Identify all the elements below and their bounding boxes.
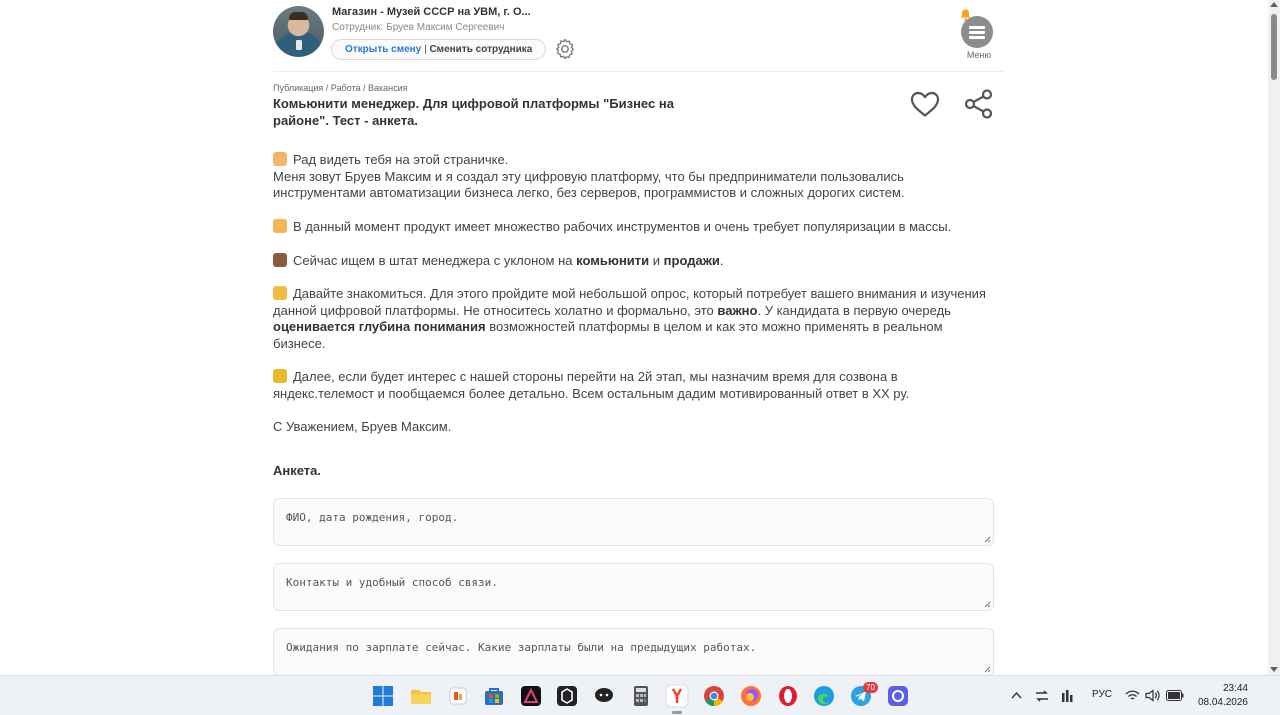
share-icon[interactable] <box>962 88 996 120</box>
product-text: В данный момент продукт имеет множество … <box>293 219 952 234</box>
clock-time: 23:44 <box>1222 683 1248 694</box>
shop-header: Магазин - Музей СССР на УВМ, г. О... Сот… <box>273 4 1005 72</box>
resize-handle-icon[interactable] <box>984 601 991 608</box>
app-delta-icon[interactable] <box>519 684 543 708</box>
microsoft-store-icon[interactable] <box>482 684 506 708</box>
next-step-text: Далее, если будет интерес с нашей сторон… <box>273 369 910 401</box>
product-paragraph: В данный момент продукт имеет множество … <box>273 219 995 236</box>
clock-date: 08.04.2026 <box>1197 697 1248 708</box>
employee-name: Сотрудник: Бруев Максим Сергеевич <box>332 22 505 33</box>
pointing-hand-icon <box>273 219 287 233</box>
calculator-icon[interactable] <box>629 684 653 708</box>
hiring-and: и <box>649 253 664 268</box>
change-employee-link[interactable]: Сменить сотрудника <box>429 44 532 55</box>
acquaintance-paragraph: Давайте знакомиться. Для этого пройдите … <box>273 286 995 353</box>
app-box-icon[interactable] <box>555 684 579 708</box>
wifi-icon[interactable] <box>1125 689 1140 702</box>
scroll-down-arrow-icon[interactable] <box>1270 667 1278 672</box>
salary-expectations-field[interactable] <box>274 629 993 675</box>
intro-paragraph: Рад видеть тебя на этой страничке. Меня … <box>273 152 995 202</box>
scroll-up-arrow-icon[interactable] <box>1270 2 1278 7</box>
app-chat-icon[interactable] <box>592 684 616 708</box>
acquaintance-text-2: . У кандидата в первую очередь <box>757 302 951 318</box>
app-orange-icon[interactable] <box>446 684 470 708</box>
form-heading: Анкета. <box>273 463 322 478</box>
language-indicator[interactable]: РУС <box>1092 689 1112 700</box>
briefcase-icon <box>273 253 287 267</box>
breadcrumb: Публикация / Работа / Вакансия <box>273 83 408 93</box>
edge-icon[interactable] <box>812 684 836 708</box>
avatar[interactable] <box>273 6 324 57</box>
hiring-period: . <box>719 253 724 268</box>
salary-field-box <box>273 628 994 675</box>
active-app-indicator <box>672 711 682 714</box>
file-explorer-icon[interactable] <box>409 684 433 708</box>
separator: | <box>424 44 427 55</box>
scroll-thumb[interactable] <box>1271 14 1277 80</box>
menu-label: Меню <box>966 50 992 60</box>
hiring-paragraph: Сейчас ищем в штат менеджера с уклоном н… <box>273 253 995 270</box>
app-square-icon[interactable] <box>886 684 910 708</box>
shift-controls: Открыть смену | Сменить сотрудника <box>331 39 547 60</box>
name-dob-city-field[interactable] <box>274 499 993 545</box>
system-clock[interactable]: 23:44 08.04.2026 <box>1192 682 1248 710</box>
web-page: Магазин - Музей СССР на УВМ, г. О... Сот… <box>0 0 1268 675</box>
telegram-badge: 70 <box>863 682 878 693</box>
firefox-icon[interactable] <box>739 684 763 708</box>
page-title: Комьюнити менеджер. Для цифровой платфор… <box>273 96 674 128</box>
gear-icon[interactable] <box>553 37 577 61</box>
hiring-text: Сейчас ищем в штат менеджера с уклоном н… <box>293 253 577 268</box>
open-shift-link[interactable]: Открыть смену <box>345 44 421 55</box>
next-step-paragraph: Далее, если будет интерес с нашей сторон… <box>273 369 995 402</box>
menu-button[interactable]: Меню <box>959 8 999 60</box>
community-bold: комьюнити <box>576 253 650 268</box>
shop-name[interactable]: Магазин - Музей СССР на УВМ, г. О... <box>332 6 531 18</box>
battery-icon[interactable] <box>1166 690 1184 701</box>
chevron-up-icon[interactable] <box>1011 691 1022 700</box>
page-scrollbar[interactable] <box>1268 0 1280 675</box>
bell-icon <box>960 9 971 21</box>
handshake-icon <box>273 286 287 300</box>
depth-bold: оценивается глубина понимания <box>273 319 486 335</box>
sales-bold: продажи <box>663 253 720 268</box>
yandex-browser-icon[interactable] <box>665 684 689 708</box>
contacts-field-box <box>273 563 994 611</box>
medal-icon <box>273 369 287 383</box>
greeting-text: Рад видеть тебя на этой страничке. <box>293 152 509 167</box>
chrome-icon[interactable] <box>702 684 726 708</box>
windows-start-icon[interactable] <box>371 684 395 708</box>
name-field-box <box>273 498 994 546</box>
heart-icon[interactable] <box>908 88 942 120</box>
signature: С Уважением, Бруев Максим. <box>273 419 452 434</box>
intro-text: Меня зовут Бруев Максим и я создал эту ц… <box>273 168 905 201</box>
opera-icon[interactable] <box>776 684 800 708</box>
contacts-field[interactable] <box>274 564 993 610</box>
network-switch-icon[interactable] <box>1035 689 1049 703</box>
resize-handle-icon[interactable] <box>984 666 991 673</box>
important-bold: важно <box>717 302 758 318</box>
volume-icon[interactable] <box>1145 689 1160 702</box>
equalizer-icon[interactable] <box>1061 689 1075 703</box>
windows-taskbar: 70 РУС 23:44 08.04.2026 <box>0 675 1280 715</box>
raised-hand-icon <box>273 152 287 166</box>
resize-handle-icon[interactable] <box>984 536 991 543</box>
